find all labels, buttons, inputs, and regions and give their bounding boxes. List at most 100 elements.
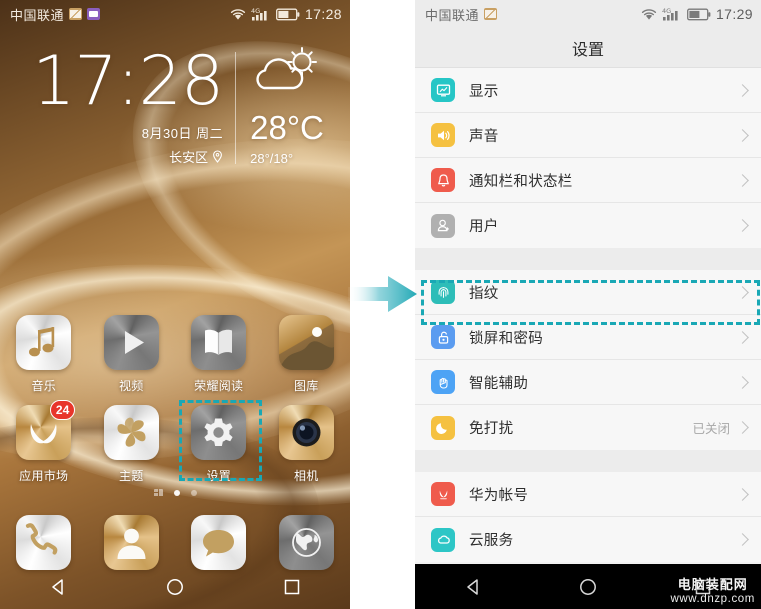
dock-contacts[interactable] <box>88 515 176 570</box>
music-note-icon <box>16 315 72 370</box>
temperature-range: 28°/18° <box>250 151 294 166</box>
photo-landscape-icon <box>278 315 334 370</box>
dock <box>0 515 350 570</box>
display-monitor-icon <box>431 78 455 102</box>
chevron-right-icon <box>736 421 749 434</box>
watermark: 电脑装配网 www.dnzp.com <box>670 577 755 606</box>
app-label: 视频 <box>118 379 144 393</box>
svg-text:4G: 4G <box>251 7 260 15</box>
settings-row-label: 显示 <box>469 83 499 100</box>
clock-time: 17:28 <box>32 42 224 122</box>
settings-group-2: 指纹 锁屏和密码 智能辅助 免打扰 已关闭 <box>415 270 761 450</box>
back-icon[interactable] <box>463 577 483 597</box>
settings-row-value: 已关闭 <box>692 422 730 436</box>
settings-row-lockscreen-password[interactable]: 锁屏和密码 <box>415 315 761 360</box>
home-status-bar: 中国联通 4G 17:28 <box>0 0 350 28</box>
app-honor-reading[interactable]: 荣耀阅读 <box>175 315 263 394</box>
app-settings[interactable]: 设置 <box>175 405 263 484</box>
group-separator <box>415 248 761 270</box>
settings-row-users[interactable]: 用户 <box>415 203 761 248</box>
dock-browser[interactable] <box>263 515 351 570</box>
settings-row-sound[interactable]: 声音 <box>415 113 761 158</box>
chevron-right-icon <box>736 173 749 187</box>
app-label: 设置 <box>206 469 232 483</box>
settings-row-label: 指纹 <box>469 285 499 302</box>
group-separator <box>415 450 761 472</box>
settings-row-label: 云服务 <box>469 533 514 549</box>
app-app-market[interactable]: 24 应用市场 <box>0 400 88 484</box>
battery-icon <box>687 8 711 20</box>
wifi-icon <box>641 8 657 20</box>
app-label: 应用市场 <box>19 469 69 483</box>
settings-row-label: 用户 <box>469 219 499 235</box>
open-book-icon <box>191 315 247 370</box>
settings-row-fingerprint[interactable]: 指纹 <box>415 270 761 315</box>
page-dot-grid-icon[interactable] <box>153 489 163 497</box>
hand-assist-icon <box>431 370 455 394</box>
app-label: 相机 <box>293 469 319 483</box>
wifi-icon <box>230 8 246 20</box>
settings-row-label: 锁屏和密码 <box>469 330 543 347</box>
settings-row-label: 华为帐号 <box>469 487 529 504</box>
fingerprint-icon <box>431 280 455 304</box>
contacts-person-icon <box>103 515 159 570</box>
watermark-url: www.dnzp.com <box>670 592 755 605</box>
dock-phone[interactable] <box>0 515 88 570</box>
purple-app-icon <box>87 8 101 20</box>
signal-4g-icon: 4G <box>662 7 678 21</box>
settings-row-label: 通知栏和状态栏 <box>469 173 573 190</box>
settings-row-notifications[interactable]: 通知栏和状态栏 <box>415 158 761 203</box>
app-camera[interactable]: 相机 <box>263 405 351 484</box>
app-music[interactable]: 音乐 <box>0 315 88 394</box>
clock-location: 长安区 <box>169 150 209 165</box>
signal-4g-icon: 4G <box>251 7 267 21</box>
battery-icon <box>276 8 300 20</box>
chevron-right-icon <box>736 83 749 97</box>
play-triangle-icon <box>103 315 159 370</box>
settings-row-do-not-disturb[interactable]: 免打扰 已关闭 <box>415 405 761 450</box>
right-arrow-icon <box>348 272 418 316</box>
settings-row-smart-assistance[interactable]: 智能辅助 <box>415 360 761 405</box>
app-label: 荣耀阅读 <box>194 379 244 393</box>
settings-row-display[interactable]: 显示 <box>415 68 761 113</box>
home-icon[interactable] <box>165 577 185 597</box>
lock-open-icon <box>431 325 455 349</box>
speaker-sound-icon <box>431 123 455 147</box>
message-bubble-icon <box>191 515 247 570</box>
dock-messages[interactable] <box>175 515 263 570</box>
mail-icon <box>484 8 498 20</box>
page-dot[interactable] <box>190 490 197 496</box>
camera-lens-icon <box>278 405 334 460</box>
screenshot-root: 中国联通 4G 17:28 17:28 8月30日 周二 长安区 28°C 28… <box>0 0 761 609</box>
clock-weather-widget[interactable]: 17:28 8月30日 周二 长安区 28°C 28°/18° <box>0 46 350 166</box>
app-row-1: 音乐 视频 荣耀阅读 图库 <box>0 315 350 394</box>
page-title: 设置 <box>415 28 761 68</box>
moon-dnd-icon <box>431 415 455 440</box>
page-dot[interactable] <box>173 490 180 496</box>
app-gallery[interactable]: 图库 <box>263 315 351 394</box>
status-time: 17:29 <box>715 6 753 22</box>
recents-icon[interactable] <box>282 577 302 597</box>
svg-text:4G: 4G <box>662 7 671 15</box>
settings-row-huawei-account[interactable]: 华为帐号 <box>415 472 761 517</box>
app-themes[interactable]: 主题 <box>88 405 176 484</box>
notification-badge: 24 <box>49 400 76 420</box>
clock-date: 8月30日 周二 <box>141 126 224 141</box>
partly-cloudy-icon <box>256 47 318 90</box>
huawei-account-icon <box>431 482 455 506</box>
back-icon[interactable] <box>48 577 68 597</box>
chevron-right-icon <box>736 285 749 299</box>
settings-row-label: 声音 <box>469 128 499 145</box>
settings-row-cloud-service[interactable]: 云服务 <box>415 517 761 562</box>
chevron-right-icon <box>736 128 749 142</box>
chevron-right-icon <box>736 330 749 344</box>
cloud-service-icon <box>431 527 455 552</box>
home-icon[interactable] <box>578 577 598 597</box>
settings-row-label: 免打扰 <box>469 421 514 437</box>
phone-home-screen: 中国联通 4G 17:28 17:28 8月30日 周二 长安区 28°C 28… <box>0 0 350 609</box>
app-video[interactable]: 视频 <box>88 315 176 394</box>
settings-group-3: 华为帐号 云服务 <box>415 472 761 562</box>
chevron-right-icon <box>736 533 749 546</box>
settings-row-label: 智能辅助 <box>469 375 529 392</box>
phone-handset-icon <box>16 515 72 570</box>
